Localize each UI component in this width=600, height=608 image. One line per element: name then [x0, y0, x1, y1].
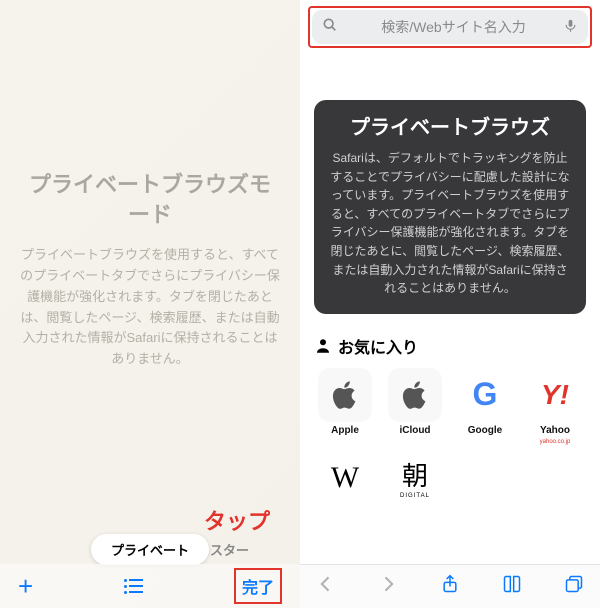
done-button[interactable]: 完了 [242, 574, 274, 598]
new-tab-button[interactable]: + [18, 571, 33, 602]
person-icon [314, 337, 332, 355]
forward-icon[interactable] [378, 574, 398, 599]
search-placeholder: 検索/Webサイト名入力 [344, 17, 563, 37]
private-mode-description: プライベートブラウズを使用すると、すべてのプライベートタブでさらにプライバシー保… [20, 245, 280, 370]
back-icon[interactable] [316, 574, 336, 599]
done-button-highlight: 完了 [234, 568, 282, 604]
favorite-apple[interactable]: Apple [314, 368, 376, 445]
favorite-google[interactable]: G Google [454, 368, 516, 445]
tab-group-chip-private[interactable]: プライベート [91, 534, 209, 565]
search-icon [322, 17, 338, 38]
search-bar-highlight: 検索/Webサイト名入力 [308, 6, 592, 48]
favorite-asahi[interactable]: 朝DIGITAL [384, 451, 446, 508]
bookmarks-icon[interactable] [502, 574, 522, 599]
card-body: Safariは、デフォルトでトラッキングを防止することでプライバシーに配慮した設… [328, 149, 572, 298]
tap-annotation: タップ [204, 504, 270, 536]
tabs-icon[interactable] [564, 574, 584, 599]
favorite-wikipedia[interactable]: W [314, 451, 376, 508]
private-browsing-card: プライベートブラウズ Safariは、デフォルトでトラッキングを防止することでプ… [314, 100, 586, 314]
mic-icon[interactable] [563, 18, 578, 37]
search-bar[interactable]: 検索/Webサイト名入力 [312, 10, 588, 44]
tab-list-icon[interactable] [124, 579, 143, 594]
left-screenshot: プライベートブラウズモード プライベートブラウズを使用すると、すべてのプライベー… [0, 0, 300, 608]
right-screenshot: 検索/Webサイト名入力 プライベートブラウズ Safariは、デフォルトでトラ… [300, 0, 600, 608]
favorite-yahoo[interactable]: Y! Yahoo yahoo.co.jp [524, 368, 586, 445]
private-mode-title: プライベートブラウズモード [20, 170, 280, 229]
card-title: プライベートブラウズ [328, 116, 572, 141]
favorites-heading: お気に入り [314, 334, 586, 358]
share-icon[interactable] [440, 574, 460, 599]
bottom-toolbar [300, 564, 600, 608]
favorite-icloud[interactable]: iCloud [384, 368, 446, 445]
tab-group-chip-partial[interactable]: スター [206, 534, 253, 565]
